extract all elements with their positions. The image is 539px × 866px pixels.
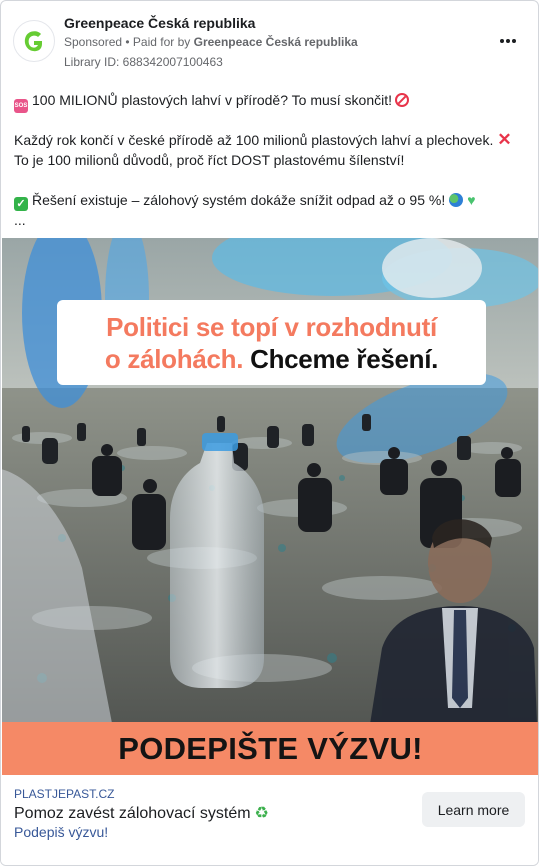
post-text-line-3: To je 100 milionů důvodů, proč říct DOST… — [14, 152, 405, 168]
ad-footer[interactable]: PLASTJEPAST.CZ Pomoz zavést zálohovací s… — [1, 775, 538, 865]
post-line-1-text: 100 MILIONŮ plastových lahví v přírodě? … — [32, 92, 393, 108]
sos-icon: SOS — [14, 99, 28, 113]
headline-line-1: Politici se topí v rozhodnutí — [57, 311, 486, 343]
green-heart-icon: ♥ — [467, 192, 476, 208]
image-cta-band: PODEPIŠTE VÝZVU! — [2, 722, 538, 775]
more-options-icon-dot — [512, 39, 516, 43]
link-domain[interactable]: PLASTJEPAST.CZ — [14, 787, 114, 801]
recycle-icon: ♻ — [254, 805, 269, 822]
more-options-icon — [500, 39, 504, 43]
headline-dark: Chceme řešení. — [250, 344, 439, 374]
ad-card: Greenpeace Česká republika Sponsored • P… — [0, 0, 539, 866]
paid-for-by[interactable]: Greenpeace Česká republika — [194, 35, 358, 49]
library-id: Library ID: 688342007100463 — [64, 55, 223, 69]
globe-icon — [449, 193, 464, 207]
paid-for-prefix: • Paid for by — [122, 35, 194, 49]
post-text-line-1: SOS 100 MILIONŮ plastových lahví v přírod… — [14, 90, 526, 113]
more-options-icon-dot — [506, 39, 510, 43]
learn-more-button[interactable]: Learn more — [422, 792, 525, 827]
ad-image[interactable]: Politici se topí v rozhodnutí o zálohách… — [2, 238, 538, 775]
headline-orange-2: o zálohách. — [104, 344, 244, 374]
more-options-button[interactable] — [496, 29, 520, 53]
image-headline: Politici se topí v rozhodnutí o zálohách… — [57, 300, 486, 385]
headline-line-2: o zálohách. Chceme řešení. — [57, 343, 486, 375]
link-title[interactable]: Pomoz zavést zálohovací systém ♻ — [14, 803, 269, 823]
post-line-2-text: Každý rok končí v české přírodě až 100 m… — [14, 132, 494, 148]
headline-orange-1: Politici se topí v rozhodnutí — [106, 312, 437, 342]
post-text-line-4: ✓ Řešení existuje – zálohový systém dokáž… — [14, 190, 526, 211]
avatar[interactable] — [13, 20, 55, 62]
link-title-text: Pomoz zavést zálohovací systém — [14, 805, 251, 822]
check-mark-icon: ✓ — [14, 197, 28, 211]
cross-mark-icon: ✕ — [497, 130, 512, 149]
greenpeace-logo-icon — [24, 31, 42, 52]
page-name[interactable]: Greenpeace Česká republika — [64, 15, 255, 31]
see-more-ellipsis[interactable]: ... — [14, 210, 526, 230]
link-subtitle[interactable]: Podepiš výzvu! — [14, 824, 108, 840]
sponsored-line: Sponsored • Paid for by Greenpeace Česká… — [64, 35, 358, 49]
no-entry-icon — [395, 93, 410, 107]
post-header: Greenpeace Česká republika Sponsored • P… — [1, 1, 538, 77]
sponsored-label: Sponsored — [64, 35, 123, 49]
post-line-4-text: Řešení existuje – zálohový systém dokáže… — [32, 192, 446, 208]
post-text-line-2: Každý rok končí v české přírodě až 100 m… — [14, 130, 526, 150]
